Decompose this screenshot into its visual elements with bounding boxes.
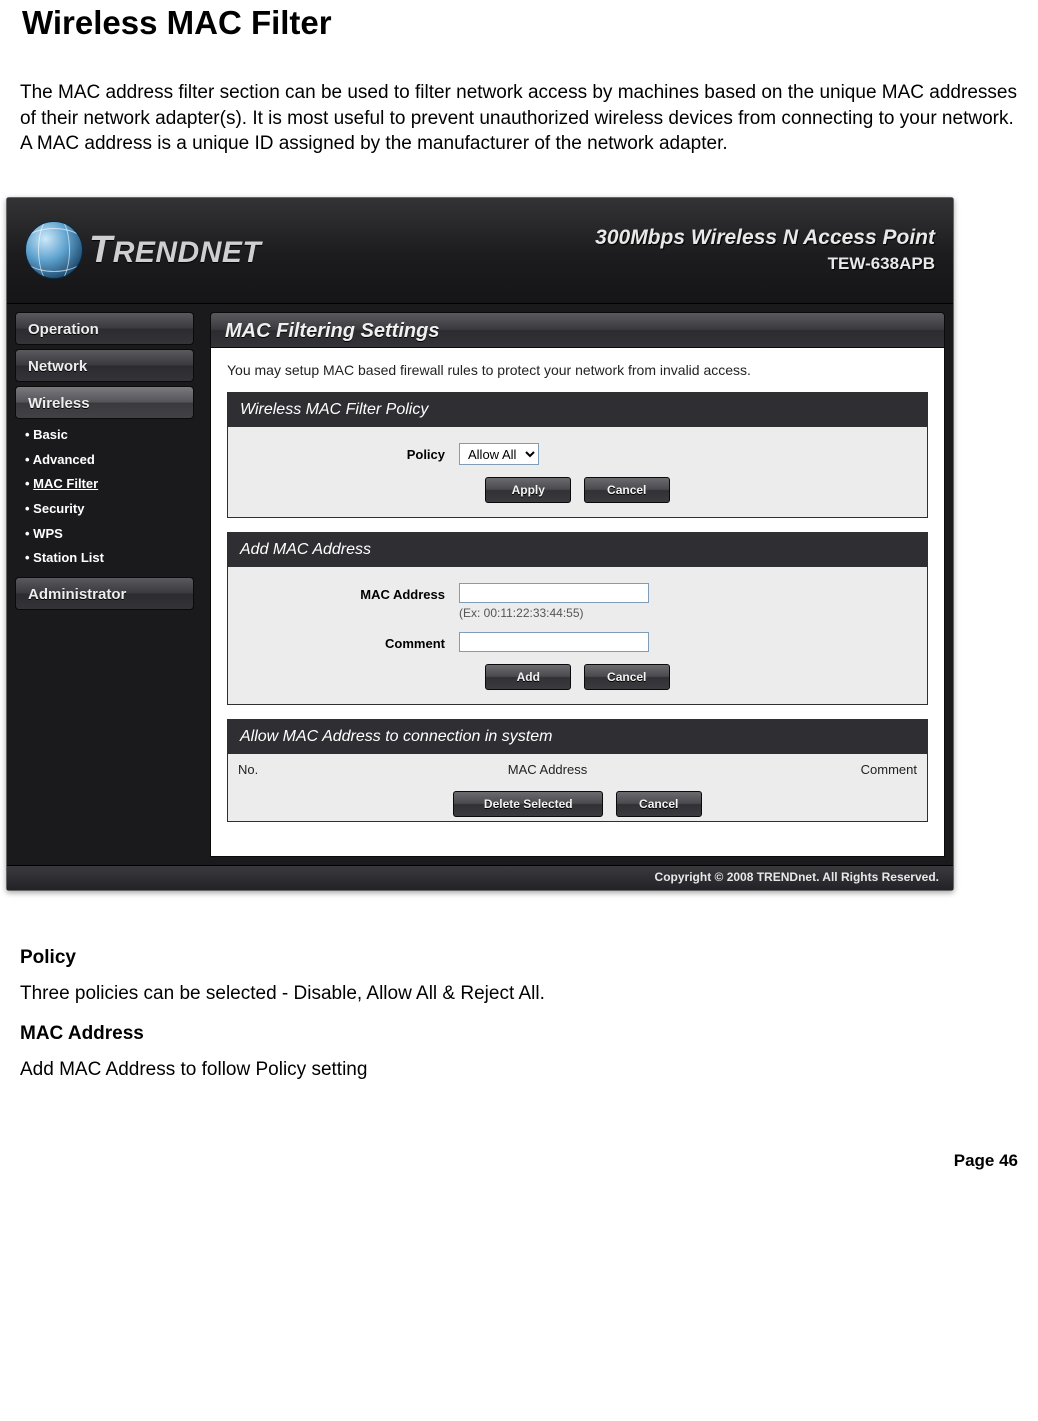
nav-wireless[interactable]: Wireless — [15, 386, 194, 419]
cancel-button[interactable]: Cancel — [616, 791, 702, 817]
panel-policy: Wireless MAC Filter Policy Policy Allow … — [227, 392, 928, 518]
intro-text: The MAC address filter section can be us… — [20, 80, 1018, 157]
mac-address-label: MAC Address — [244, 583, 459, 602]
wireless-subnav: Basic Advanced MAC Filter Security WPS S… — [25, 423, 194, 571]
brand-logo: TTRENDNETRENDNET — [25, 221, 261, 279]
page-title: Wireless MAC Filter — [22, 4, 1018, 42]
product-name: 300Mbps Wireless N Access Point TEW-638A… — [595, 226, 935, 274]
nav-administrator[interactable]: Administrator — [15, 577, 194, 610]
cancel-button[interactable]: Cancel — [584, 477, 670, 503]
col-comment: Comment — [757, 762, 917, 777]
content-title: MAC Filtering Settings — [210, 312, 945, 348]
delete-selected-button[interactable]: Delete Selected — [453, 791, 603, 817]
col-mac: MAC Address — [338, 762, 757, 777]
page-number: Page 46 — [20, 1151, 1018, 1171]
panel-add-mac: Add MAC Address MAC Address (Ex: 00:11:2… — [227, 532, 928, 705]
mac-address-hint: (Ex: 00:11:22:33:44:55) — [459, 606, 911, 620]
panel-add-mac-header: Add MAC Address — [228, 533, 927, 567]
mac-table-header: No. MAC Address Comment — [228, 754, 927, 785]
apply-button[interactable]: Apply — [485, 477, 571, 503]
cancel-button[interactable]: Cancel — [584, 664, 670, 690]
add-button[interactable]: Add — [485, 664, 571, 690]
col-no: No. — [238, 762, 338, 777]
subnav-advanced[interactable]: Advanced — [25, 448, 194, 473]
panel-mac-list: Allow MAC Address to connection in syste… — [227, 719, 928, 822]
panel-mac-list-header: Allow MAC Address to connection in syste… — [228, 720, 927, 754]
subnav-mac-filter[interactable]: MAC Filter — [25, 472, 194, 497]
nav-network[interactable]: Network — [15, 349, 194, 382]
term-policy: Policy — [20, 947, 1018, 969]
subnav-wps[interactable]: WPS — [25, 522, 194, 547]
term-mac: MAC Address — [20, 1023, 1018, 1045]
comment-input[interactable] — [459, 632, 649, 652]
policy-label: Policy — [244, 443, 459, 462]
comment-label: Comment — [244, 632, 459, 651]
desc-policy: Three policies can be selected - Disable… — [20, 983, 1018, 1005]
sidebar: Operation Network Wireless Basic Advance… — [7, 304, 202, 865]
product-line-1: 300Mbps Wireless N Access Point — [595, 226, 935, 250]
nav-operation[interactable]: Operation — [15, 312, 194, 345]
globe-icon — [25, 221, 83, 279]
ui-header: TTRENDNETRENDNET 300Mbps Wireless N Acce… — [7, 198, 953, 304]
subnav-security[interactable]: Security — [25, 497, 194, 522]
subnav-station-list[interactable]: Station List — [25, 546, 194, 571]
mac-address-input[interactable] — [459, 583, 649, 603]
panel-policy-header: Wireless MAC Filter Policy — [228, 393, 927, 427]
brand-name: TTRENDNETRENDNET — [89, 231, 261, 269]
product-line-2: TEW-638APB — [595, 254, 935, 274]
copyright-footer: Copyright © 2008 TRENDnet. All Rights Re… — [7, 865, 953, 890]
policy-select[interactable]: Allow All — [459, 443, 539, 465]
subnav-basic[interactable]: Basic — [25, 423, 194, 448]
content-area: MAC Filtering Settings You may setup MAC… — [202, 304, 953, 865]
content-note: You may setup MAC based firewall rules t… — [227, 362, 928, 378]
router-ui-screenshot: TTRENDNETRENDNET 300Mbps Wireless N Acce… — [6, 197, 954, 891]
desc-mac: Add MAC Address to follow Policy setting — [20, 1059, 1018, 1081]
